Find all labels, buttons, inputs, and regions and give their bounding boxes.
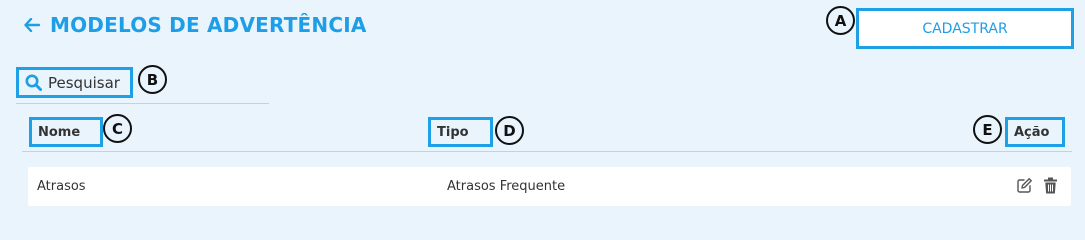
cell-tipo: Atrasos Frequente <box>447 179 566 194</box>
search-box[interactable] <box>16 67 134 98</box>
column-header-tipo[interactable]: Tipo <box>428 117 493 147</box>
table-row: Atrasos Atrasos Frequente <box>28 167 1071 206</box>
search-icon <box>25 74 42 91</box>
marker-a: A <box>826 6 855 35</box>
table-header-divider <box>22 151 1072 152</box>
cadastrar-button[interactable]: CADASTRAR <box>856 8 1074 49</box>
marker-e: E <box>973 115 1002 144</box>
arrow-left-icon[interactable] <box>24 18 40 32</box>
page-title: MODELOS DE ADVERTÊNCIA <box>50 13 367 37</box>
marker-d: D <box>495 116 524 145</box>
marker-c: C <box>103 114 132 143</box>
search-underline <box>16 103 269 104</box>
marker-b: B <box>138 65 167 94</box>
page-header: MODELOS DE ADVERTÊNCIA <box>24 12 367 38</box>
edit-icon[interactable] <box>1016 177 1033 194</box>
row-actions <box>1016 177 1058 194</box>
cell-nome: Atrasos <box>37 179 86 194</box>
search-input[interactable] <box>48 73 134 92</box>
column-header-acao: Ação <box>1005 117 1065 147</box>
column-header-nome[interactable]: Nome <box>29 117 103 147</box>
trash-icon[interactable] <box>1043 177 1058 194</box>
